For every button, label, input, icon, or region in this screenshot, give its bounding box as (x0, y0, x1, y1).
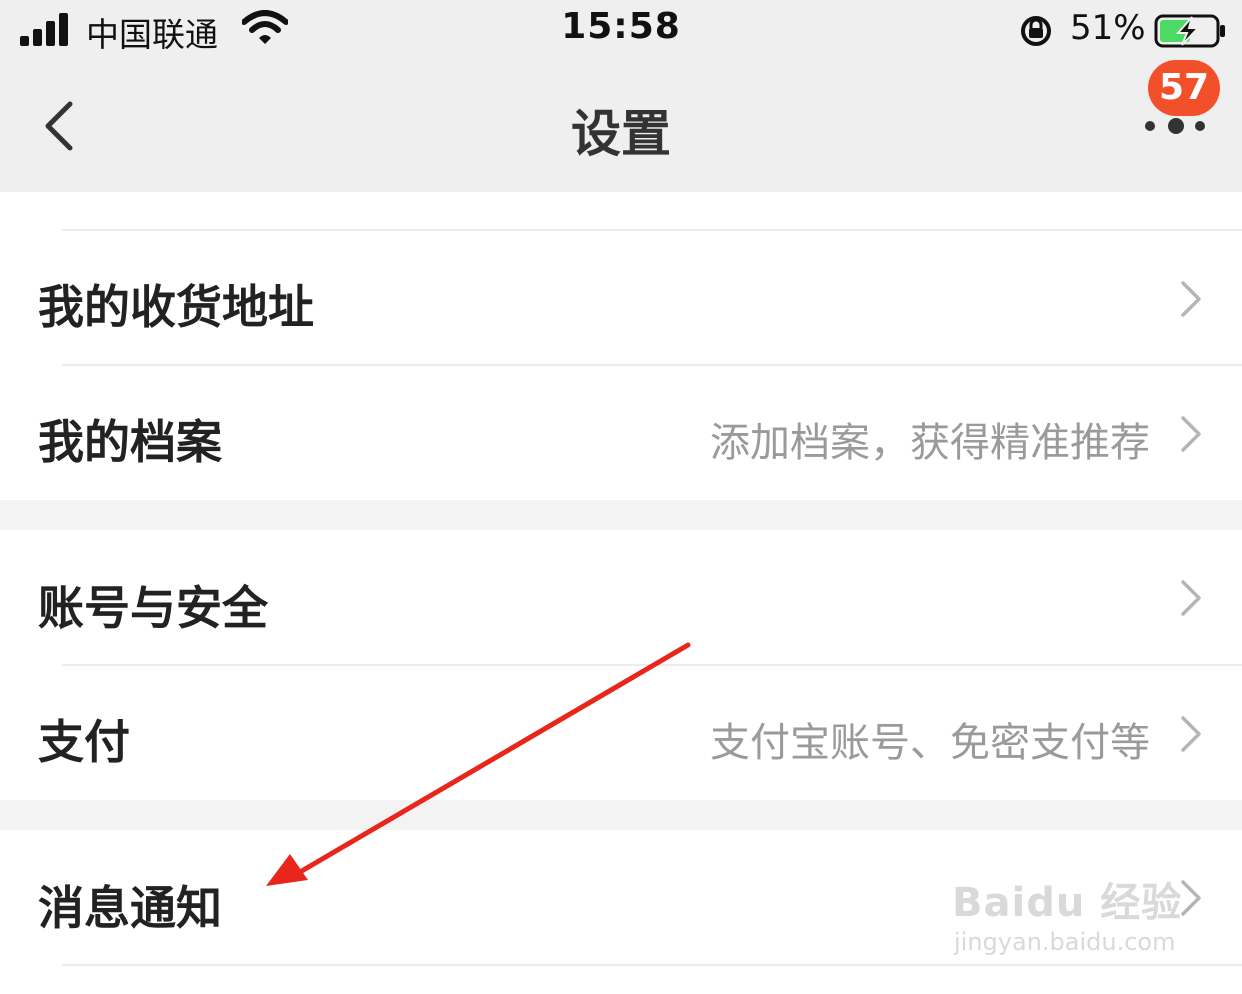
row-label: 支付 (38, 715, 130, 769)
row-my-profile[interactable]: 我的档案 添加档案，获得精准推荐 (0, 366, 1242, 500)
list-top-spacer (0, 192, 1242, 230)
list-bottom-spacer (0, 966, 1242, 994)
chevron-right-icon (1181, 716, 1201, 752)
notification-badge: 57 (1148, 60, 1220, 116)
row-label: 我的收货地址 (38, 280, 314, 334)
status-time: 15:58 (561, 6, 681, 47)
row-label: 账号与安全 (38, 581, 268, 635)
chevron-right-icon (1181, 416, 1201, 452)
navigation-bar: 设置 (0, 64, 1242, 192)
chevron-right-icon (1181, 580, 1201, 616)
rotation-lock-icon (1021, 16, 1051, 46)
section-separator (0, 500, 1242, 530)
battery-charging-icon (1154, 14, 1225, 48)
watermark-logo: Baidu 经验 (952, 880, 1183, 926)
row-hint: 支付宝账号、免密支付等 (710, 720, 1150, 766)
settings-screen: 中国联通 15:58 51% 设置 57 我的收货地址 我的档案 添加档案，获得… (0, 0, 1242, 994)
chevron-right-icon (1181, 281, 1201, 317)
section-separator (0, 800, 1242, 830)
row-label: 消息通知 (38, 881, 222, 935)
row-hint: 添加档案，获得精准推荐 (710, 420, 1150, 466)
row-payment[interactable]: 支付 支付宝账号、免密支付等 (0, 666, 1242, 800)
row-shipping-address[interactable]: 我的收货地址 (0, 231, 1242, 364)
battery-percent: 51% (1070, 8, 1146, 48)
page-title: 设置 (571, 105, 671, 163)
row-account-security[interactable]: 账号与安全 (0, 530, 1242, 664)
watermark-url: jingyan.baidu.com (954, 928, 1176, 956)
status-bar: 中国联通 15:58 51% (0, 0, 1242, 64)
row-label: 我的档案 (38, 415, 222, 469)
